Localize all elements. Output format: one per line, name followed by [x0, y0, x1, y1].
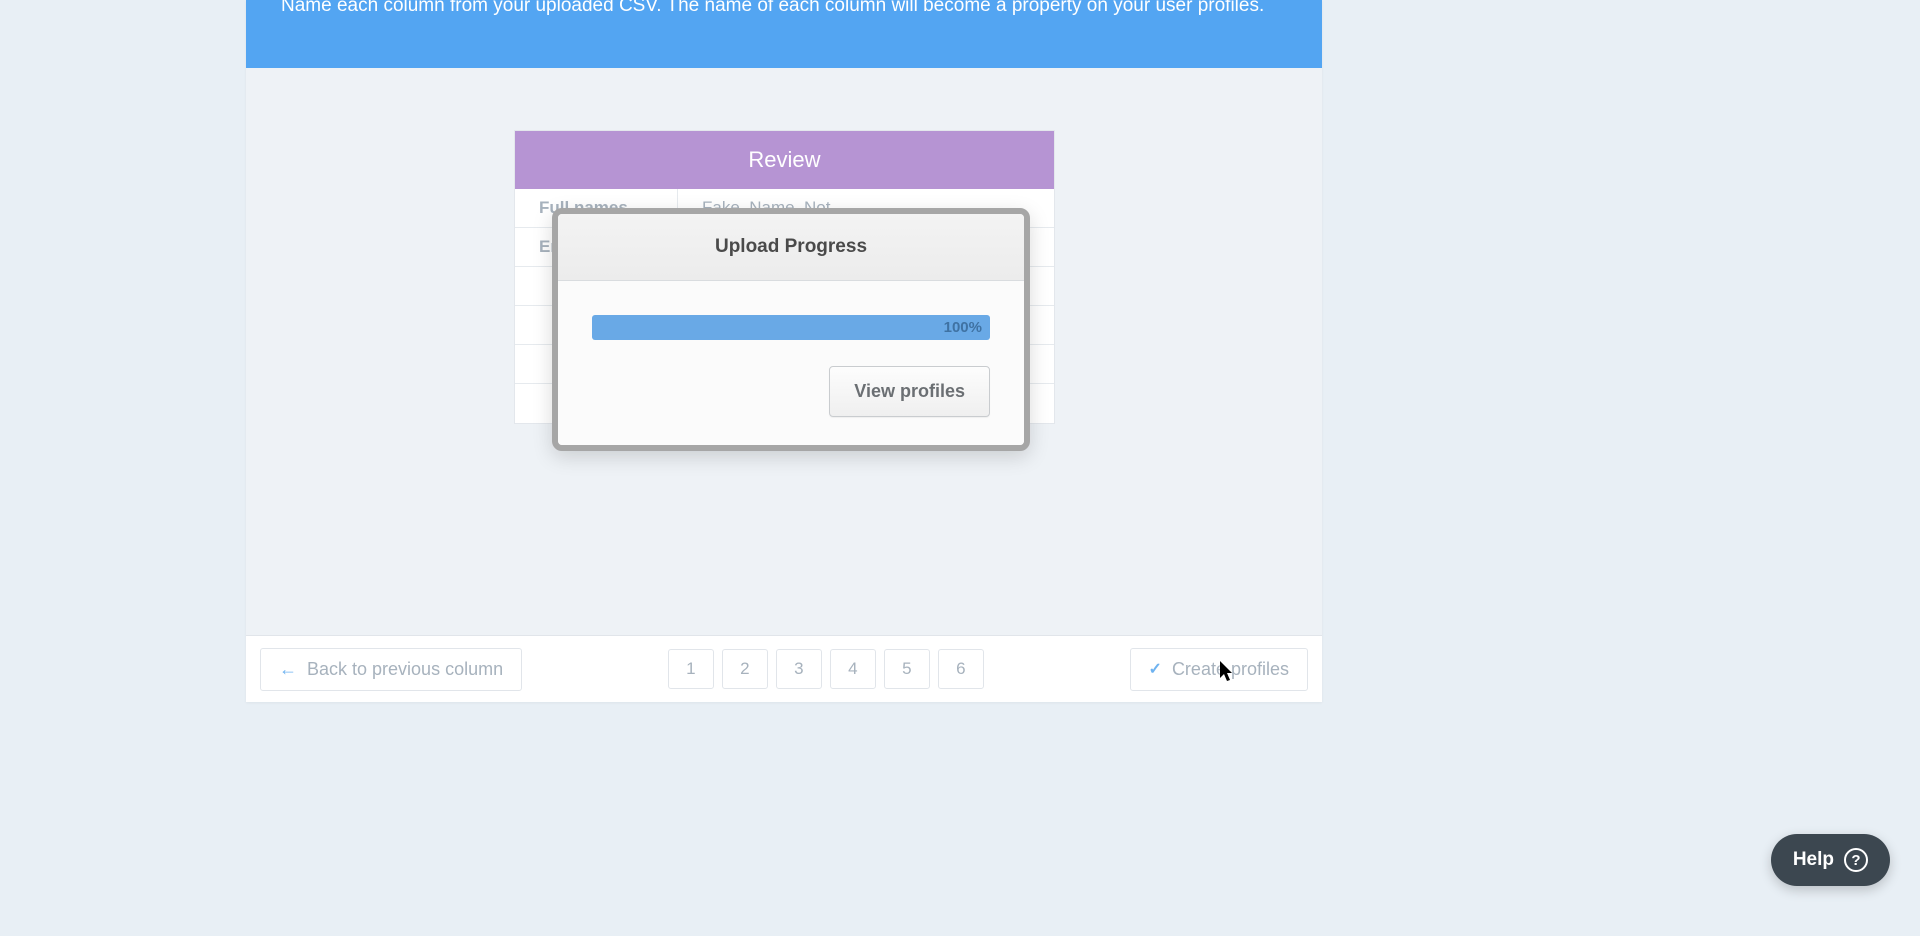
footer-bar: ← Back to previous column 1 2 3 4 5 6 ✓ …: [246, 635, 1322, 702]
help-button[interactable]: Help ?: [1771, 834, 1890, 886]
progress-value: 100%: [944, 319, 982, 336]
page-button-4[interactable]: 4: [830, 649, 876, 689]
pagination: 1 2 3 4 5 6: [668, 649, 984, 689]
view-profiles-button[interactable]: View profiles: [829, 366, 990, 417]
instruction-banner: Name each column from your uploaded CSV.…: [246, 0, 1322, 68]
modal-title: Upload Progress: [558, 214, 1024, 281]
page-button-1[interactable]: 1: [668, 649, 714, 689]
create-profiles-button[interactable]: ✓ Create profiles: [1130, 648, 1308, 691]
modal-body: 100% View profiles: [558, 281, 1024, 445]
upload-progress-modal: Upload Progress 100% View profiles: [552, 208, 1030, 451]
page-button-2[interactable]: 2: [722, 649, 768, 689]
back-button[interactable]: ← Back to previous column: [260, 648, 522, 691]
help-label: Help: [1793, 849, 1834, 871]
page-button-6[interactable]: 6: [938, 649, 984, 689]
progress-bar: 100%: [592, 315, 990, 340]
main-panel: Name each column from your uploaded CSV.…: [246, 0, 1322, 702]
page-button-3[interactable]: 3: [776, 649, 822, 689]
content-area: Review Full names Fake, Name, Not ... Em: [246, 68, 1322, 130]
check-icon: ✓: [1149, 659, 1162, 679]
back-button-label: Back to previous column: [307, 659, 503, 680]
create-button-label: Create profiles: [1172, 659, 1289, 680]
page-button-5[interactable]: 5: [884, 649, 930, 689]
arrow-left-icon: ←: [279, 659, 297, 680]
review-title: Review: [515, 131, 1054, 189]
instruction-text: Name each column from your uploaded CSV.…: [281, 0, 1264, 17]
help-icon: ?: [1844, 848, 1868, 872]
